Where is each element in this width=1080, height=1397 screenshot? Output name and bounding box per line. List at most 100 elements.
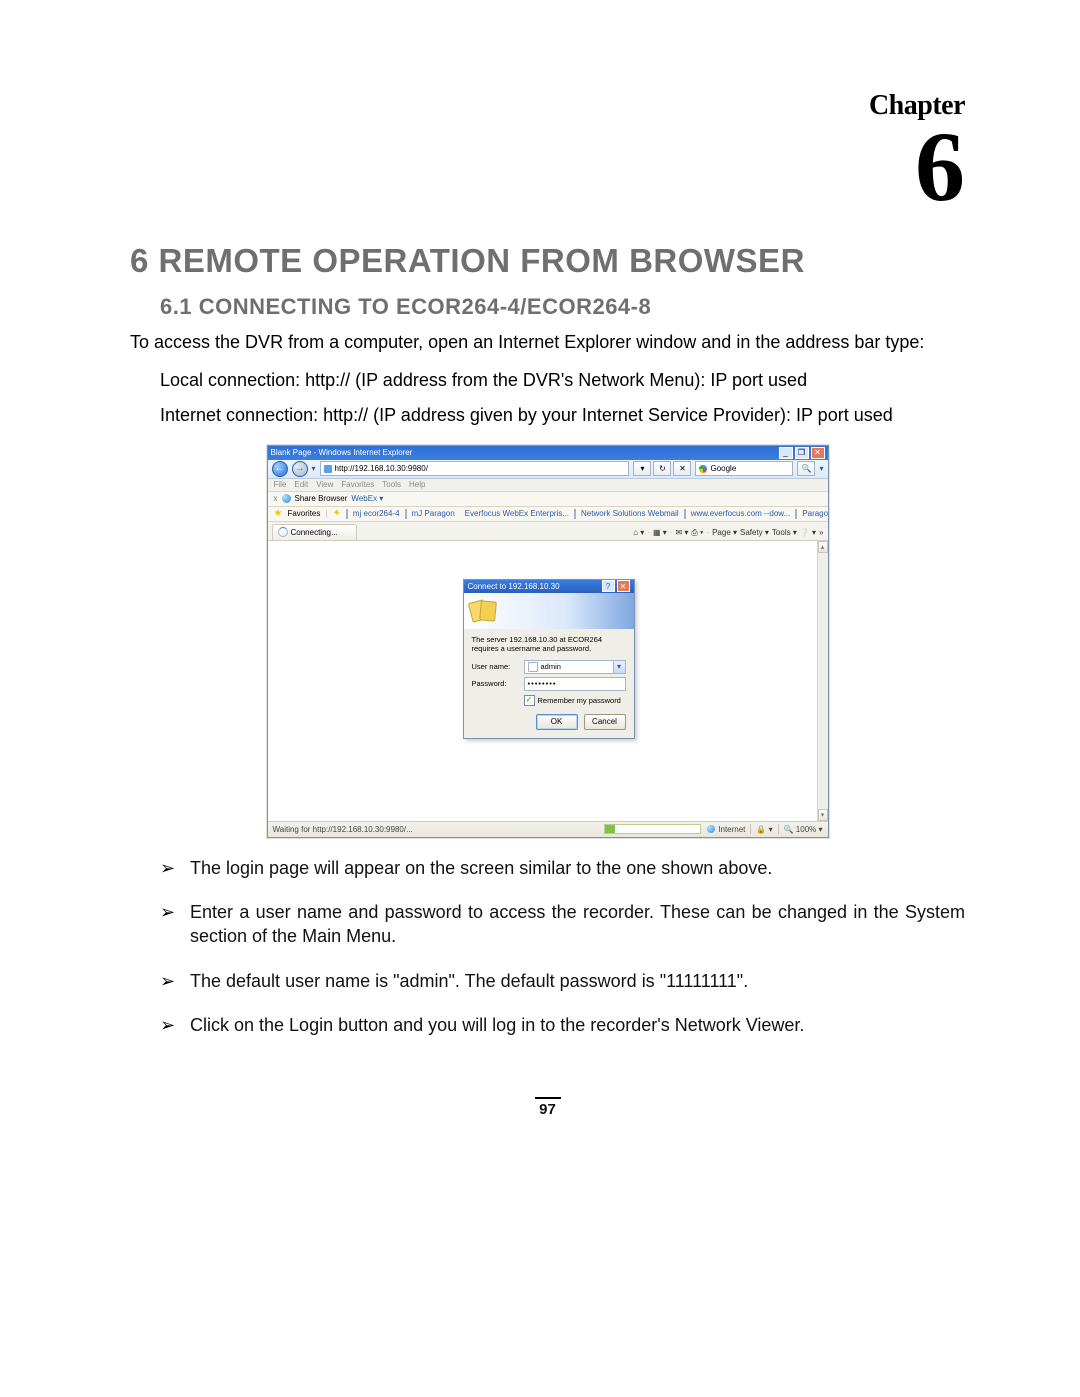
username-input[interactable]: admin <box>524 660 626 674</box>
search-provider-text: Google <box>710 464 736 473</box>
share-close-icon[interactable]: x <box>274 494 278 503</box>
auth-titlebar: Connect to 192.168.10.30 ? ✕ <box>464 580 634 593</box>
list-item: The default user name is "admin". The de… <box>160 969 965 993</box>
document-page: Chapter 6 6 REMOTE OPERATION FROM BROWSE… <box>0 0 1080 1158</box>
window-title: Blank Page - Windows Internet Explorer <box>271 448 779 457</box>
password-input[interactable]: •••••••• <box>524 677 626 691</box>
minimize-button[interactable]: _ <box>779 447 793 459</box>
internet-zone-icon <box>707 825 715 833</box>
menu-tools[interactable]: Tools <box>382 480 401 489</box>
favorites-star-icon[interactable]: ★ <box>274 508 283 519</box>
close-window-button[interactable]: ✕ <box>811 447 825 459</box>
menu-help[interactable]: Help <box>409 480 425 489</box>
ie-window: Blank Page - Windows Internet Explorer _… <box>267 445 829 838</box>
fav-link-2[interactable]: Everfocus WebEx Enterpris... <box>465 509 569 518</box>
command-bar: ⌂ ▾ · ▦ ▾ · ✉ ▾ ⎙ ▾ · Page ▾ Safety ▾ To… <box>633 528 823 540</box>
intro-paragraph: To access the DVR from a computer, open … <box>130 330 965 354</box>
password-value: •••••••• <box>528 679 557 688</box>
list-item: Enter a user name and password to access… <box>160 900 965 949</box>
key-icon <box>479 600 497 621</box>
auth-title-text: Connect to 192.168.10.30 <box>468 582 600 591</box>
ok-button[interactable]: OK <box>536 714 578 730</box>
tab-label: Connecting... <box>291 528 338 537</box>
menu-edit[interactable]: Edit <box>294 480 308 489</box>
password-label: Password: <box>472 679 518 688</box>
page-number-rule <box>535 1097 561 1099</box>
auth-dialog: Connect to 192.168.10.30 ? ✕ The server … <box>463 579 635 739</box>
address-dropdown-button[interactable]: ▾ <box>633 461 651 476</box>
remember-password-label: Remember my password <box>538 696 621 705</box>
scroll-down-button[interactable]: ▾ <box>818 809 828 821</box>
link-icon <box>346 509 348 519</box>
remember-password-checkbox[interactable]: ✓ Remember my password <box>524 695 626 706</box>
user-icon <box>528 662 538 672</box>
fav-link-4[interactable]: www.everfocus.com --dow... <box>691 509 791 518</box>
chapter-heading: Chapter 6 <box>130 90 965 212</box>
progress-fill <box>605 825 615 833</box>
username-value: admin <box>541 662 561 671</box>
page-number: 97 <box>130 1097 965 1118</box>
favorites-bar: ★ Favorites | ✦ mj ecor264-4 mJ Paragon … <box>268 507 828 522</box>
google-icon <box>699 465 707 473</box>
auth-close-button[interactable]: ✕ <box>617 580 630 592</box>
local-connection-line: Local connection: http:// (IP address fr… <box>160 368 965 392</box>
favorites-label[interactable]: Favorites <box>287 509 320 518</box>
internet-connection-line: Internet connection: http:// (IP address… <box>160 403 965 427</box>
link-icon <box>574 509 576 519</box>
ie-navigation-bar: ← → ▾ http://192.168.10.30:9980/ ▾ ↻ ✕ G… <box>268 460 828 479</box>
suggested-sites-icon[interactable]: ✦ <box>332 508 340 519</box>
fav-link-1[interactable]: mJ Paragon <box>412 509 455 518</box>
link-icon <box>684 509 686 519</box>
globe-icon <box>282 494 291 503</box>
checkbox-icon: ✓ <box>524 695 535 706</box>
search-dropdown-icon[interactable]: ▾ <box>819 464 823 473</box>
ie-tabs-bar: Connecting... ⌂ ▾ · ▦ ▾ · ✉ ▾ ⎙ ▾ · Page… <box>268 522 828 541</box>
stop-button[interactable]: ✕ <box>673 461 691 476</box>
help-button[interactable]: ❔ ▾ <box>800 528 816 537</box>
protected-mode-button[interactable]: 🔒 ▾ <box>756 825 772 834</box>
username-label: User name: <box>472 662 518 671</box>
page-menu-button[interactable]: Page ▾ <box>712 528 737 537</box>
share-browser-bar: x Share Browser WebEx ▾ <box>268 492 828 507</box>
instruction-list: The login page will appear on the screen… <box>160 856 965 1037</box>
feeds-button[interactable]: ▦ ▾ <box>653 528 667 537</box>
tools-menu-button[interactable]: Tools ▾ <box>772 528 797 537</box>
forward-button[interactable]: → <box>292 461 308 477</box>
scroll-up-button[interactable]: ▴ <box>818 541 828 553</box>
menu-favorites[interactable]: Favorites <box>341 480 374 489</box>
heading-2: 6.1 CONNECTING TO ECOR264-4/ECOR264-8 <box>160 294 965 320</box>
fav-link-0[interactable]: mj ecor264-4 <box>353 509 400 518</box>
security-zone-label: Internet <box>718 825 745 834</box>
browser-tab[interactable]: Connecting... <box>272 524 357 540</box>
home-button[interactable]: ⌂ ▾ <box>633 528 644 537</box>
refresh-button[interactable]: ↻ <box>653 461 671 476</box>
back-button[interactable]: ← <box>272 461 288 477</box>
share-app-dropdown[interactable]: WebEx ▾ <box>351 494 383 503</box>
zoom-level-button[interactable]: 🔍 100% ▾ <box>784 825 823 834</box>
read-mail-button[interactable]: ✉ ▾ <box>675 528 688 537</box>
vertical-scrollbar[interactable]: ▴ ▾ <box>817 541 828 821</box>
search-box[interactable]: Google <box>695 461 793 476</box>
ie-titlebar: Blank Page - Windows Internet Explorer _… <box>268 446 828 460</box>
nav-dropdown-icon[interactable]: ▾ <box>312 464 316 473</box>
auth-banner <box>464 593 634 629</box>
menu-view[interactable]: View <box>316 480 333 489</box>
address-text: http://192.168.10.30:9980/ <box>335 464 428 473</box>
menu-file[interactable]: File <box>274 480 287 489</box>
auth-message: The server 192.168.10.30 at ECOR264 requ… <box>472 635 626 654</box>
page-number-value: 97 <box>539 1101 556 1118</box>
command-overflow-icon[interactable]: » <box>819 528 823 537</box>
auth-help-button[interactable]: ? <box>602 580 615 592</box>
ie-menu-bar: File Edit View Favorites Tools Help <box>268 479 828 492</box>
fav-link-3[interactable]: Network Solutions Webmail <box>581 509 679 518</box>
status-text: Waiting for http://192.168.10.30:9980/..… <box>273 825 413 834</box>
address-bar[interactable]: http://192.168.10.30:9980/ <box>320 461 630 476</box>
page-icon <box>324 465 332 473</box>
search-button[interactable]: 🔍 <box>797 461 815 476</box>
fav-link-5[interactable]: Paragon <box>802 509 827 518</box>
list-item: Click on the Login button and you will l… <box>160 1013 965 1037</box>
print-button[interactable]: ⎙ ▾ <box>691 528 703 538</box>
maximize-button[interactable]: ❐ <box>795 447 809 459</box>
safety-menu-button[interactable]: Safety ▾ <box>740 528 769 537</box>
cancel-button[interactable]: Cancel <box>584 714 626 730</box>
